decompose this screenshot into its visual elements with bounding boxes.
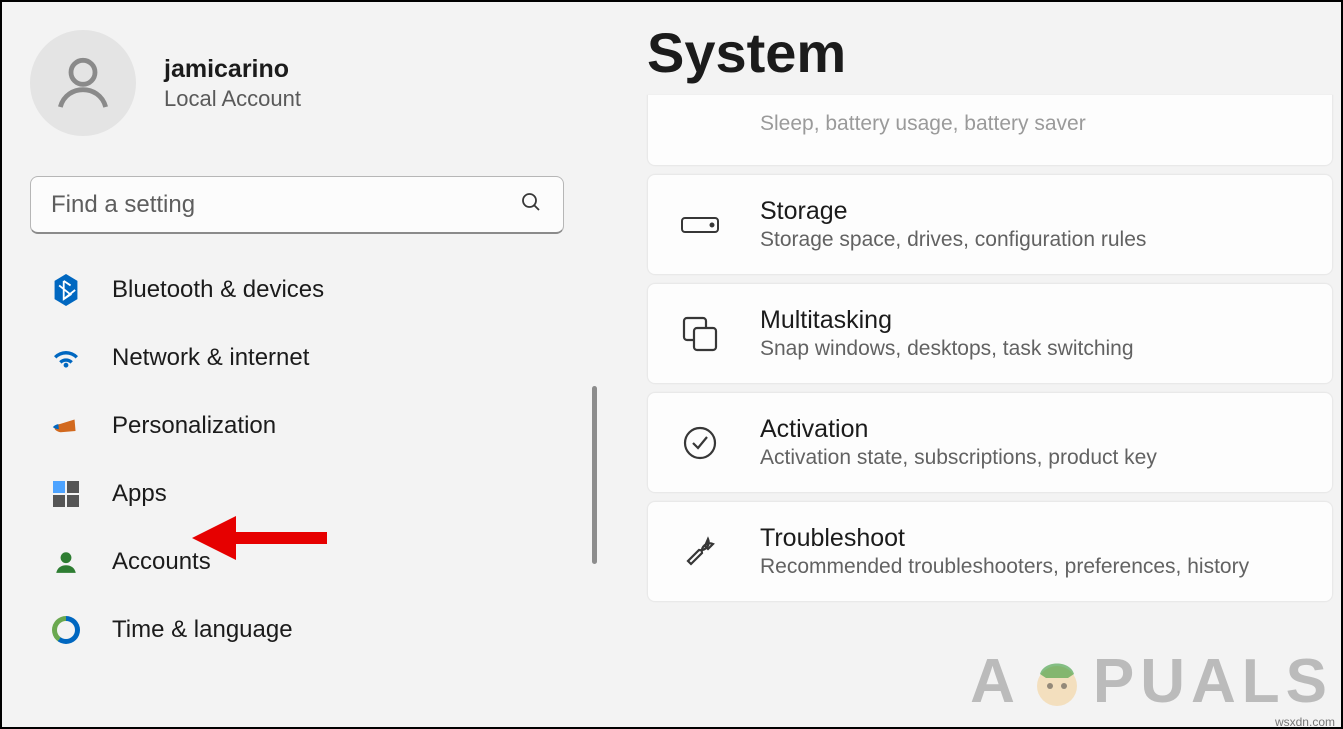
card-activation[interactable]: Activation Activation state, subscriptio… — [647, 392, 1333, 493]
card-sub: Recommended troubleshooters, preferences… — [760, 555, 1249, 579]
sidebar-item-label: Network & internet — [112, 344, 309, 372]
bluetooth-icon — [50, 274, 82, 306]
main-content: System Sleep, battery usage, battery sav… — [597, 2, 1341, 727]
user-block[interactable]: jamicarino Local Account — [30, 30, 569, 136]
page-title: System — [647, 20, 1341, 85]
card-sub: Storage space, drives, configuration rul… — [760, 228, 1146, 252]
user-sub: Local Account — [164, 86, 301, 112]
watermark-mascot-icon — [1021, 645, 1093, 717]
apps-icon — [50, 478, 82, 510]
watermark-post: PUALS — [1093, 646, 1333, 717]
sidebar-item-apps[interactable]: Apps — [30, 460, 569, 528]
watermark: A PUALS — [970, 645, 1333, 717]
nav-list: Bluetooth & devices Network & internet P… — [30, 256, 569, 664]
avatar — [30, 30, 136, 136]
sidebar: jamicarino Local Account Bluetooth & dev… — [2, 2, 597, 727]
settings-cards: Sleep, battery usage, battery saver Stor… — [647, 95, 1341, 602]
card-sub: Activation state, subscriptions, product… — [760, 446, 1157, 470]
user-text: jamicarino Local Account — [164, 55, 301, 112]
search-box[interactable] — [30, 176, 564, 234]
source-note: wsxdn.com — [1275, 715, 1335, 727]
sidebar-item-label: Time & language — [112, 616, 293, 644]
card-power[interactable]: Sleep, battery usage, battery saver — [647, 95, 1333, 166]
card-sub: Snap windows, desktops, task switching — [760, 337, 1134, 361]
checkmark-circle-icon — [678, 421, 722, 465]
person-icon — [51, 51, 115, 115]
card-title: Storage — [760, 197, 1146, 226]
multitasking-icon — [678, 312, 722, 356]
settings-window: jamicarino Local Account Bluetooth & dev… — [0, 0, 1343, 729]
sidebar-item-bluetooth[interactable]: Bluetooth & devices — [30, 256, 569, 324]
sidebar-item-label: Bluetooth & devices — [112, 276, 324, 304]
card-storage[interactable]: Storage Storage space, drives, configura… — [647, 174, 1333, 275]
sidebar-item-label: Apps — [112, 480, 167, 508]
card-title: Troubleshoot — [760, 524, 1249, 553]
card-sub: Sleep, battery usage, battery saver — [760, 112, 1086, 136]
sidebar-item-label: Personalization — [112, 412, 276, 440]
card-title: Multitasking — [760, 306, 1134, 335]
sidebar-item-personalization[interactable]: Personalization — [30, 392, 569, 460]
sidebar-item-time-language[interactable]: Time & language — [30, 596, 569, 664]
card-multitasking[interactable]: Multitasking Snap windows, desktops, tas… — [647, 283, 1333, 384]
search-input[interactable] — [51, 191, 519, 219]
sidebar-item-label: Accounts — [112, 548, 211, 576]
clock-globe-icon — [50, 614, 82, 646]
accounts-icon — [50, 546, 82, 578]
wifi-icon — [50, 342, 82, 374]
brush-icon — [43, 403, 88, 448]
card-title: Activation — [760, 415, 1157, 444]
sidebar-item-accounts[interactable]: Accounts — [30, 528, 569, 596]
card-troubleshoot[interactable]: Troubleshoot Recommended troubleshooters… — [647, 501, 1333, 602]
search-icon — [519, 190, 543, 220]
watermark-pre: A — [970, 646, 1021, 717]
user-name: jamicarino — [164, 55, 301, 84]
storage-icon — [678, 203, 722, 247]
sidebar-item-network[interactable]: Network & internet — [30, 324, 569, 392]
wrench-icon — [678, 530, 722, 574]
power-icon — [678, 101, 722, 145]
